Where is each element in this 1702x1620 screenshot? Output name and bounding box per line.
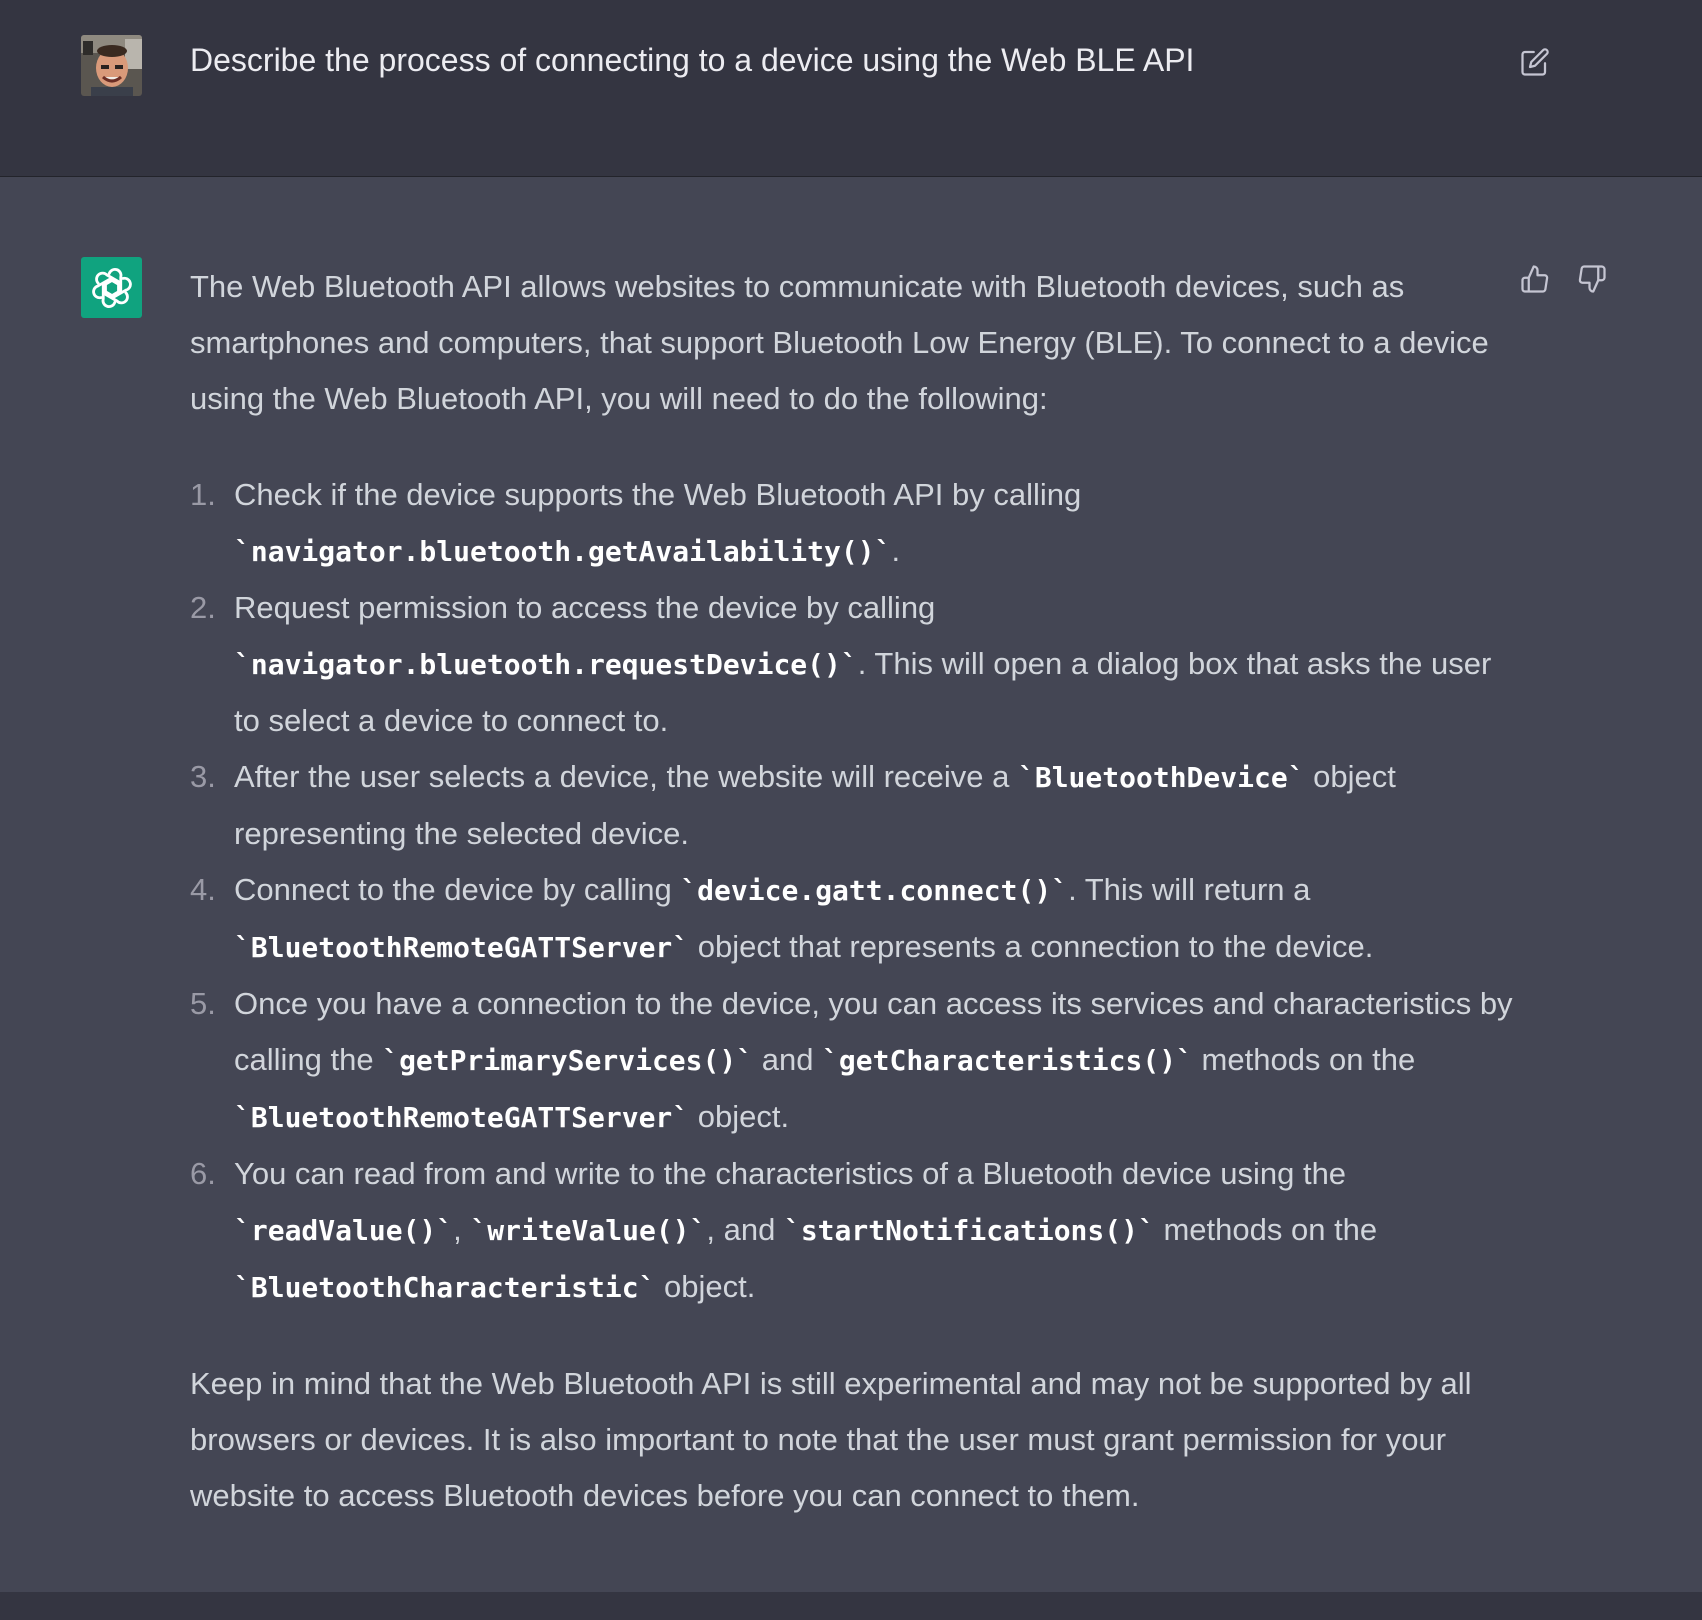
inline-code: `BluetoothRemoteGATTServer` (234, 1101, 690, 1134)
thumbs-down-button[interactable] (1574, 261, 1610, 297)
step-text: and (753, 1042, 823, 1077)
step-item: Check if the device supports the Web Blu… (190, 467, 1520, 580)
assistant-message-body: The Web Bluetooth API allows websites to… (190, 259, 1520, 1524)
step-item: Once you have a connection to the device… (190, 976, 1520, 1146)
inline-code: `BluetoothRemoteGATTServer` (234, 931, 690, 964)
step-text: . This will return a (1068, 872, 1311, 907)
inline-code: `navigator.bluetooth.requestDevice()` (234, 648, 858, 681)
user-message-text: Describe the process of connecting to a … (190, 42, 1195, 78)
edit-message-button[interactable] (1517, 44, 1553, 80)
step-text: You can read from and write to the chara… (234, 1156, 1347, 1191)
step-text: , and (706, 1212, 784, 1247)
message-outro: Keep in mind that the Web Bluetooth API … (190, 1366, 1472, 1513)
inline-code: `BluetoothDevice` (1017, 761, 1305, 794)
openai-logo-icon (91, 267, 132, 308)
inline-code: `device.gatt.connect()` (680, 874, 1069, 907)
step-item: Request permission to access the device … (190, 580, 1520, 749)
step-item: Connect to the device by calling `device… (190, 862, 1520, 976)
step-text: After the user selects a device, the web… (234, 759, 1018, 794)
inline-code: `navigator.bluetooth.getAvailability()` (234, 535, 892, 568)
inline-code: `writeValue()` (470, 1214, 707, 1247)
step-text: object. (655, 1269, 756, 1304)
assistant-avatar (81, 257, 142, 318)
step-text: Request permission to access the device … (234, 590, 936, 625)
step-text: Check if the device supports the Web Blu… (234, 477, 1082, 512)
thumbs-up-icon (1521, 265, 1549, 293)
inline-code: `readValue()` (234, 1214, 454, 1247)
step-text: object that represents a connection to t… (689, 929, 1374, 964)
inline-code: `getPrimaryServices()` (382, 1044, 754, 1077)
user-message-row: Describe the process of connecting to a … (0, 0, 1702, 177)
step-text: , (453, 1212, 471, 1247)
thumbs-up-button[interactable] (1517, 261, 1553, 297)
user-avatar (81, 35, 142, 96)
edit-icon (1521, 48, 1549, 76)
step-text: methods on the (1154, 1212, 1378, 1247)
inline-code: `getCharacteristics()` (822, 1044, 1193, 1077)
bottom-bar (0, 1592, 1702, 1620)
inline-code: `startNotifications()` (783, 1214, 1155, 1247)
step-text: object. (689, 1099, 790, 1134)
steps-list: Check if the device supports the Web Blu… (190, 467, 1520, 1316)
step-item: You can read from and write to the chara… (190, 1146, 1520, 1316)
message-intro: The Web Bluetooth API allows websites to… (190, 269, 1489, 416)
thumbs-down-icon (1578, 265, 1606, 293)
step-text: methods on the (1192, 1042, 1416, 1077)
assistant-message-row: The Web Bluetooth API allows websites to… (0, 177, 1702, 1592)
step-text: Connect to the device by calling (234, 872, 681, 907)
step-item: After the user selects a device, the web… (190, 749, 1520, 862)
step-text: . (891, 533, 901, 568)
inline-code: `BluetoothCharacteristic` (234, 1271, 656, 1304)
